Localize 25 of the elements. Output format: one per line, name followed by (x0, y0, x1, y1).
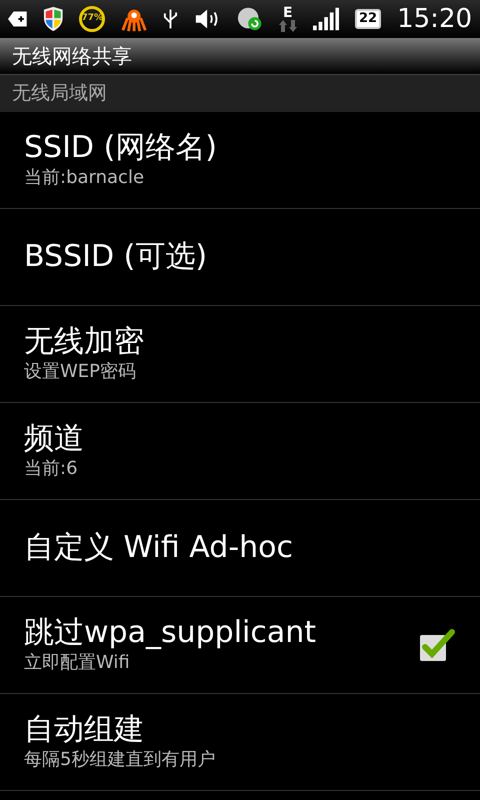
category-header: 无线局域网 (0, 75, 480, 112)
clock: 15:20 (397, 6, 472, 32)
setting-title[interactable]: 自动组建 (24, 712, 216, 748)
setting-summary: 当前:barnacle (24, 166, 146, 190)
setting-title[interactable]: SSID (网络名) (24, 130, 217, 166)
setting-summary: 立即配置Wifi (24, 651, 131, 675)
usb-icon (163, 7, 178, 31)
back-icon (8, 11, 27, 27)
battery-level: 22 (355, 9, 382, 29)
network-type: E (283, 6, 293, 20)
setting-title[interactable]: 频道 (24, 421, 84, 458)
window-title: 无线网络共享 (0, 38, 480, 75)
setting-title[interactable]: 自定义 Wifi Ad-hoc (24, 530, 294, 566)
setting-summary: 每隔5秒组建直到有用户 (24, 748, 216, 772)
battery-ring-icon: 77% (79, 6, 106, 32)
setting-title[interactable]: 跳过wpa_supplicant (24, 615, 316, 652)
setting-title[interactable]: BSSID (可选) (24, 239, 208, 275)
shield-icon (42, 6, 64, 32)
setting-title[interactable]: 无线加密 (24, 324, 144, 360)
signal-icon (312, 7, 339, 31)
setting-summary: 设置WEP密码 (24, 360, 138, 384)
sync-icon (236, 6, 263, 32)
data-arrows-icon (278, 20, 297, 32)
checkbox[interactable] (420, 627, 456, 663)
setting-summary: 当前:6 (24, 457, 79, 481)
